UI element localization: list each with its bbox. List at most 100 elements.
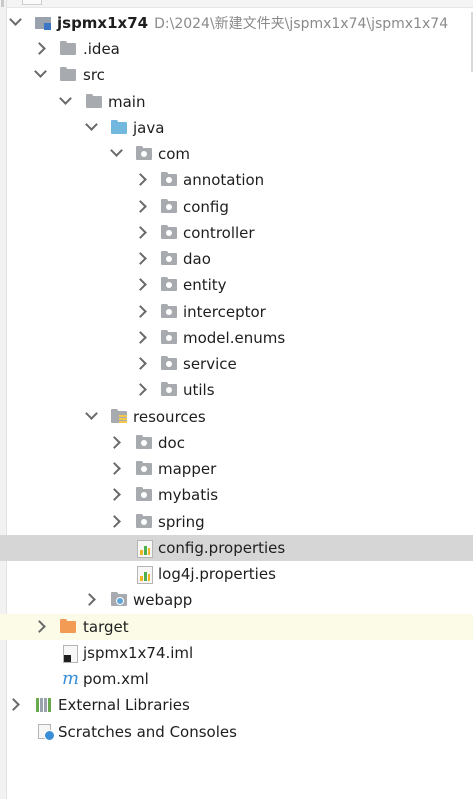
folder-icon [60,41,76,57]
tree-node-log4j-properties[interactable]: log4j.properties [0,561,473,587]
chevron-down-icon[interactable] [59,92,72,105]
tree-node-label: utils [183,381,215,399]
chevron-right-icon[interactable] [134,173,147,186]
chevron-right-icon[interactable] [108,462,121,475]
chevron-right-icon[interactable] [134,305,147,318]
scratches-icon [37,724,55,741]
tree-node-package[interactable]: config [0,194,473,220]
chevron-right-icon[interactable] [108,436,121,449]
chevron-right-icon[interactable] [134,383,147,396]
chevron-right-icon[interactable] [33,620,46,633]
chevron-right-icon[interactable] [7,698,20,711]
project-name: jspmx1x74 D:\2024\新建文件夹\jspmx1x74\jspmx1x… [57,14,449,32]
folder-icon [136,461,152,477]
tree-node-folder[interactable]: mybatis [0,482,473,508]
chevron-right-icon[interactable] [134,226,147,239]
maven-icon: m [62,668,80,689]
tree-node-label: com [158,145,191,163]
tree-node-label: doc [158,434,185,452]
folder-icon [86,94,102,110]
tree-node-pom[interactable]: m pom.xml [0,666,473,692]
tree-node-label: target [83,618,129,636]
tree-node-package[interactable]: interceptor [0,299,473,325]
tree-node-project-root[interactable]: jspmx1x74 D:\2024\新建文件夹\jspmx1x74\jspmx1x… [0,10,473,36]
tree-node-label: service [183,355,237,373]
chevron-right-icon[interactable] [134,278,147,291]
chevron-right-icon[interactable] [108,488,121,501]
chevron-down-icon[interactable] [9,13,22,26]
chevron-right-icon[interactable] [33,42,46,55]
tree-node-com[interactable]: com [0,141,473,167]
tree-node-folder[interactable]: doc [0,430,473,456]
folder-icon [136,514,152,530]
source-root-folder-icon [111,120,127,136]
tree-node-main[interactable]: main [0,89,473,115]
tree-node-idea[interactable]: .idea [0,36,473,62]
tree-node-label: pom.xml [83,670,149,688]
properties-file-icon [137,566,153,584]
package-icon [136,146,152,162]
tree-node-package[interactable]: dao [0,246,473,272]
properties-file-icon [137,540,153,558]
package-icon [161,172,177,188]
tree-node-label: .idea [83,40,120,58]
module-icon [35,15,51,31]
tree-node-label: entity [183,276,227,294]
rail-marker [1,0,4,7]
tree-node-config-properties[interactable]: config.properties [0,535,473,561]
package-icon [161,330,177,346]
tree-node-package[interactable]: entity [0,272,473,298]
package-icon [161,356,177,372]
package-icon [161,277,177,293]
tree-node-label: src [83,66,105,84]
chevron-right-icon[interactable] [134,357,147,370]
tree-node-label: model.enums [183,329,286,347]
tree-node-label: spring [158,513,205,531]
tool-window-header-strip [0,0,473,8]
tree-node-src[interactable]: src [0,62,473,88]
tree-node-label: controller [183,224,255,242]
tree-node-scratches[interactable]: Scratches and Consoles [0,719,473,745]
chevron-right-icon[interactable] [134,200,147,213]
tree-node-java[interactable]: java [0,115,473,141]
tree-node-folder[interactable]: spring [0,509,473,535]
chevron-down-icon[interactable] [34,65,47,78]
tree-node-webapp[interactable]: webapp [0,587,473,613]
package-icon [161,251,177,267]
tree-node-package[interactable]: utils [0,377,473,403]
tree-node-external-libraries[interactable]: External Libraries [0,692,473,718]
tree-node-label: log4j.properties [158,565,276,583]
tree-node-folder[interactable]: mapper [0,456,473,482]
header-tab-fragment [22,0,42,5]
project-path: D:\2024\新建文件夹\jspmx1x74\jspmx1x74 [154,16,449,32]
folder-icon [136,435,152,451]
chevron-down-icon[interactable] [110,144,123,157]
chevron-right-icon[interactable] [83,593,96,606]
chevron-down-icon[interactable] [85,118,98,131]
tree-node-package[interactable]: annotation [0,167,473,193]
tree-node-label: annotation [183,171,265,189]
tree-node-label: resources [133,408,206,426]
web-folder-icon [111,592,127,608]
tree-node-iml[interactable]: jspmx1x74.iml [0,640,473,666]
package-icon [161,225,177,241]
tree-node-package[interactable]: model.enums [0,325,473,351]
tree-node-label: mapper [158,460,217,478]
tree-node-package[interactable]: service [0,351,473,377]
tree-node-package[interactable]: controller [0,220,473,246]
tree-node-label: java [133,119,165,137]
tree-node-label: Scratches and Consoles [58,723,237,741]
package-icon [161,199,177,215]
tree-node-resources[interactable]: resources [0,404,473,430]
chevron-down-icon[interactable] [85,407,98,420]
resources-folder-icon [111,409,127,425]
package-icon [161,382,177,398]
folder-icon [60,67,76,83]
chevron-right-icon[interactable] [134,331,147,344]
tree-node-label: interceptor [183,303,266,321]
chevron-right-icon[interactable] [134,252,147,265]
tree-node-target[interactable]: target [0,614,473,640]
iml-file-icon [63,645,78,663]
package-icon [161,304,177,320]
chevron-right-icon[interactable] [108,515,121,528]
